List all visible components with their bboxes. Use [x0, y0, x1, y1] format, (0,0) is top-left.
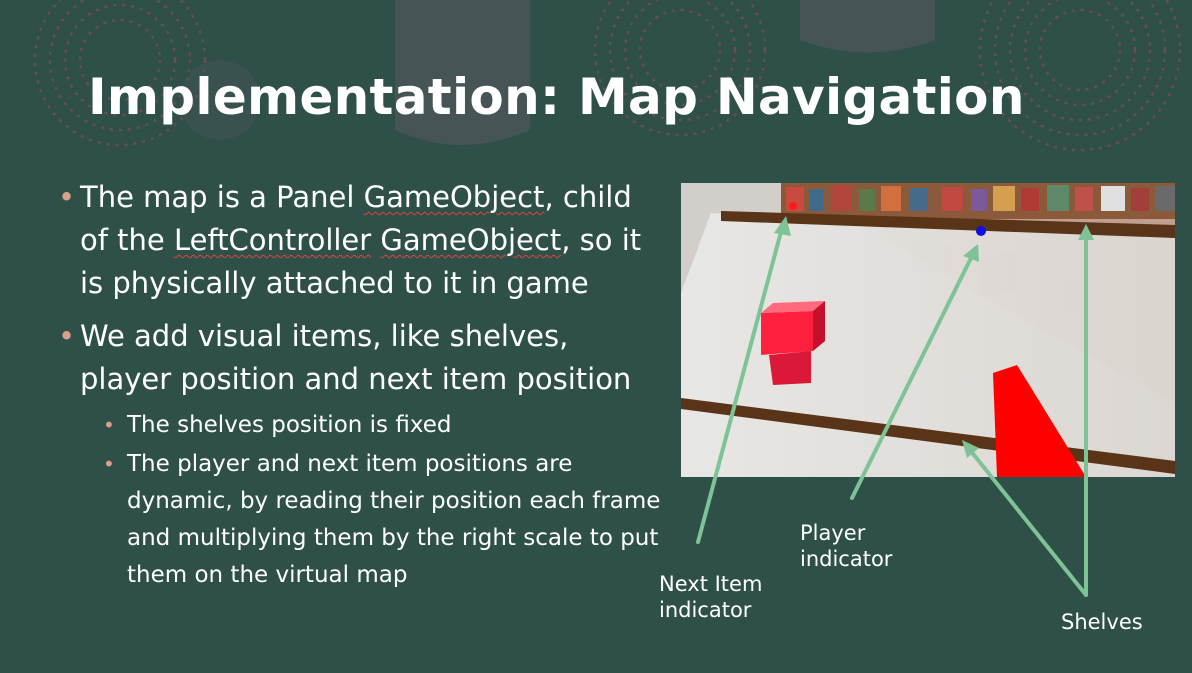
- arrows-layer: [696, 216, 1094, 597]
- shelves-arrowhead-top: [1078, 224, 1094, 240]
- next-item-arrow: [696, 226, 784, 544]
- player-indicator-label: Player indicator: [800, 521, 893, 571]
- slide: Implementation: Map Navigation • The map …: [0, 0, 1192, 673]
- shelves-arrow-bottom: [968, 448, 1088, 597]
- player-arrow: [850, 254, 974, 500]
- next-item-arrowhead: [774, 216, 791, 236]
- next-item-indicator-label: Next Item indicator: [659, 572, 763, 622]
- shelves-label: Shelves: [1061, 610, 1143, 634]
